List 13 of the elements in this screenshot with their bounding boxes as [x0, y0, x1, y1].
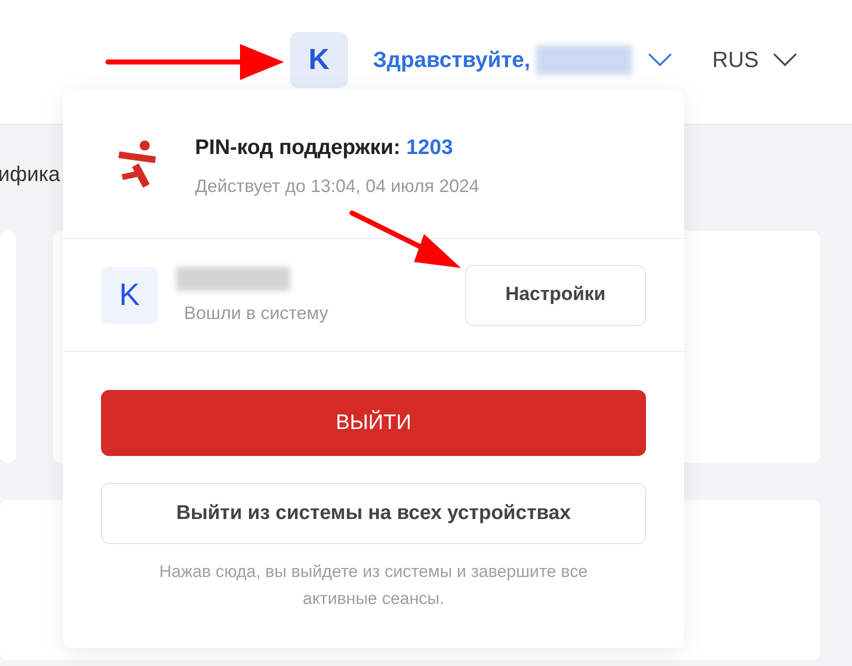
language-selector[interactable]: RUS: [712, 47, 759, 73]
chevron-down-icon[interactable]: [772, 53, 797, 67]
login-status: Вошли в систему: [184, 302, 330, 324]
greeting-link[interactable]: Здравствуйте,: [373, 47, 530, 73]
chevron-down-icon[interactable]: [648, 53, 672, 67]
logout-all-button[interactable]: Выйти из системы на всех устройствах: [101, 483, 646, 544]
user-avatar: K: [101, 266, 158, 324]
user-avatar[interactable]: K: [290, 32, 348, 88]
logout-note: Нажав сюда, вы выйдете из системы и завершите все активные сеансы.: [158, 561, 589, 610]
settings-button[interactable]: Настройки: [465, 264, 646, 326]
logout-button[interactable]: ВЫЙТИ: [101, 390, 646, 456]
support-pin: PIN-код поддержки: 1203: [195, 136, 454, 160]
pin-expiry: Действует до 13:04, 04 июля 2024: [195, 176, 480, 196]
